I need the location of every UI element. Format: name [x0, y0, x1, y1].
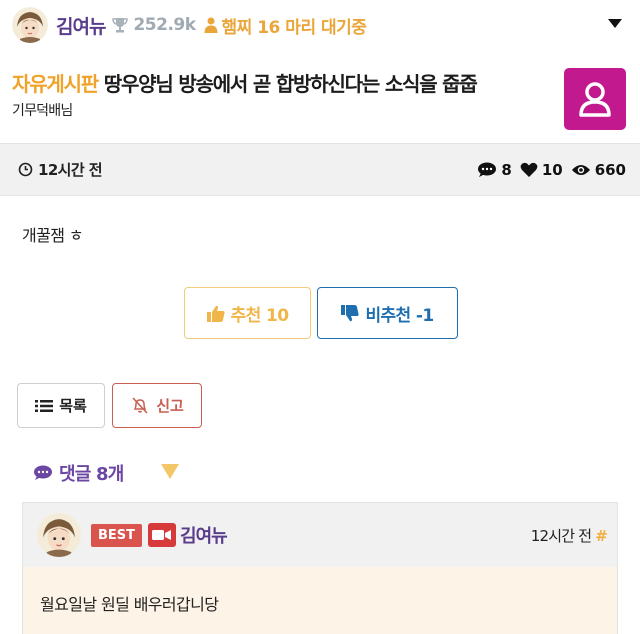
bell-slash-icon	[132, 396, 148, 414]
user-icon	[579, 82, 611, 117]
follower-status: 햄찌 16 마리 대기중	[221, 17, 367, 38]
hash-link[interactable]: #	[595, 527, 608, 545]
comment-icon	[34, 465, 52, 480]
thumbs-up-icon	[206, 305, 225, 322]
report-button[interactable]: 신고	[112, 383, 202, 428]
user-avatar[interactable]	[12, 7, 48, 43]
post-body: 개꿀잼 ㅎ	[22, 226, 84, 245]
comment-time: 12시간 전 #	[530, 527, 608, 545]
comments-header[interactable]: 댓글 8개	[33, 460, 124, 486]
post-time-text: 12시간 전	[38, 161, 103, 179]
comment-count: 8	[477, 161, 512, 179]
thumbs-down-icon	[341, 304, 360, 321]
like-count: 10	[520, 161, 563, 179]
video-camera-icon	[148, 523, 177, 547]
post-meta-bar: 12시간 전 8 10 660	[0, 143, 640, 196]
comment-header: BEST 김여뉴 12시간 전 #	[23, 503, 617, 567]
user-nickname[interactable]: 김여뉴	[56, 12, 106, 39]
post-author[interactable]: 기무덕배님	[12, 100, 73, 120]
heart-icon	[520, 162, 538, 177]
trophy-score: 252.9k	[133, 15, 196, 35]
comment-text: 월요일날 원딜 배우러갑니당	[40, 595, 219, 614]
post-title-line: 자유게시판 땅우양님 방송에서 곧 합방하신다는 소식을 줍줍	[12, 68, 478, 97]
post-title: 땅우양님 방송에서 곧 합방하신다는 소식을 줍줍	[103, 72, 478, 96]
trophy-icon	[112, 18, 129, 33]
caret-down-icon[interactable]	[161, 464, 179, 479]
person-icon	[204, 17, 218, 33]
downvote-button[interactable]: 비추천 -1	[317, 287, 458, 339]
top-bar: 김여뉴 252.9k 햄찌 16 마리 대기중	[0, 0, 640, 50]
post-header: 자유게시판 땅우양님 방송에서 곧 합방하신다는 소식을 줍줍 기무덕배님	[0, 54, 640, 142]
upvote-button[interactable]: 추천 10	[184, 287, 311, 339]
board-name[interactable]: 자유게시판	[12, 72, 99, 96]
list-button[interactable]: 목록	[17, 383, 105, 428]
author-profile-button[interactable]	[564, 68, 626, 130]
comment-body: 월요일날 원딜 배우러갑니당	[23, 567, 617, 634]
chevron-down-icon[interactable]	[608, 19, 622, 28]
comment-icon	[478, 162, 497, 177]
view-count: 660	[571, 161, 626, 179]
comment-nickname[interactable]: 김여뉴	[180, 522, 228, 548]
best-badge: BEST	[91, 523, 143, 547]
post-time: 12시간 전	[18, 159, 103, 180]
eye-icon	[571, 164, 590, 175]
comment-avatar[interactable]	[37, 513, 81, 557]
clock-icon	[18, 162, 33, 177]
list-icon	[35, 399, 54, 412]
comment-item: BEST 김여뉴 12시간 전 # 월요일날 원딜 배우러갑니당	[22, 502, 618, 634]
post-stats: 8 10 660	[469, 144, 626, 195]
